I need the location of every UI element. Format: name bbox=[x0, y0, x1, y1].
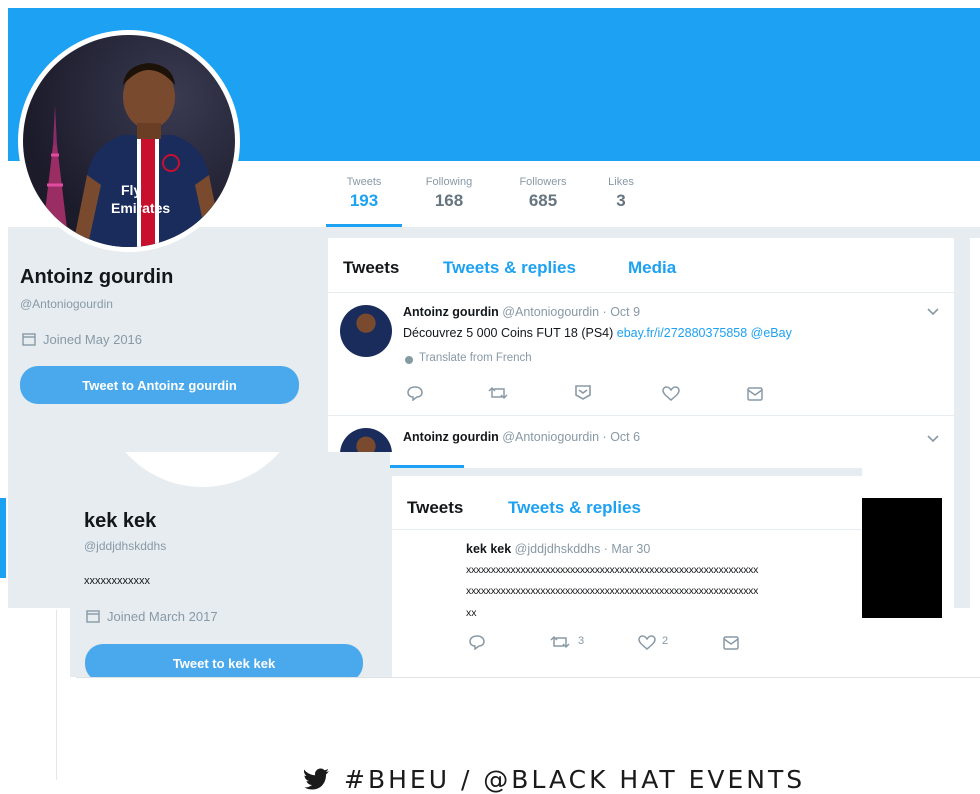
tweet-link[interactable]: ebay.fr/i/272880375858 @eBay bbox=[617, 326, 792, 340]
sidebar-card-edge bbox=[970, 238, 980, 618]
tweet-text: Découvrez 5 000 Coins FUT 18 (PS4) bbox=[403, 326, 614, 340]
tab-media[interactable]: Media bbox=[628, 258, 676, 278]
reply-icon[interactable] bbox=[406, 385, 424, 401]
calendar-icon bbox=[22, 332, 36, 346]
tweet-text-line: xxxxxxxxxxxxxxxxxxxxxxxxxxxxxxxxxxxxxxxx… bbox=[466, 585, 759, 597]
tweet-author[interactable]: Antoinz gourdin bbox=[403, 430, 499, 444]
profile-joined: Joined March 2017 bbox=[107, 609, 218, 624]
media-image[interactable] bbox=[858, 498, 942, 618]
tweet-meta: @jddjdhskddhs · Mar 30 bbox=[514, 542, 651, 556]
left-edge-panel bbox=[0, 610, 57, 780]
stat-following[interactable]: Following 168 bbox=[408, 176, 490, 226]
message-icon[interactable] bbox=[746, 386, 764, 402]
stat-label: Following bbox=[425, 176, 473, 188]
profile-avatar[interactable] bbox=[100, 452, 305, 487]
profile-handle[interactable]: @jddjdhskddhs bbox=[84, 539, 166, 553]
timeline-card: Tweets Tweets & replies kek kek @jddjdhs… bbox=[392, 476, 862, 677]
event-hashtag-banner: #BHEU / @BLACK HAT EVENTS bbox=[344, 765, 806, 794]
tweet-text-line: xxxxxxxxxxxxxxxxxxxxxxxxxxxxxxxxxxxxxxxx… bbox=[466, 564, 759, 576]
stat-label: Likes bbox=[608, 176, 634, 188]
stat-likes[interactable]: Likes 3 bbox=[596, 176, 646, 226]
avatar[interactable] bbox=[340, 305, 392, 357]
stat-value: 193 bbox=[349, 191, 379, 210]
chevron-down-icon[interactable] bbox=[926, 307, 940, 317]
activity-icon[interactable] bbox=[574, 384, 592, 400]
tweet-author[interactable]: Antoinz gourdin bbox=[403, 305, 499, 319]
tweet-meta: @Antoniogourdin · Oct 9 bbox=[502, 305, 641, 319]
tab-tweets[interactable]: Tweets bbox=[407, 498, 463, 518]
retweet-icon[interactable] bbox=[488, 386, 508, 400]
stat-value: 3 bbox=[616, 191, 626, 210]
profile-screenshot-2: kek kek @jddjdhskddhs xxxxxxxxxxxx Joine… bbox=[70, 452, 862, 677]
stat-active-underline bbox=[390, 465, 464, 468]
tab-tweets-replies[interactable]: Tweets & replies bbox=[443, 258, 576, 278]
tweet-author[interactable]: kek kek bbox=[466, 542, 511, 556]
tab-tweets[interactable]: Tweets bbox=[343, 258, 399, 278]
stat-label: Followers bbox=[519, 176, 567, 188]
like-count: 2 bbox=[662, 635, 669, 647]
translate-link[interactable]: Translate from French bbox=[419, 352, 532, 364]
twitter-bird-icon bbox=[304, 768, 330, 790]
chevron-down-icon[interactable] bbox=[926, 434, 940, 444]
tweet-meta: @Antoniogourdin · Oct 6 bbox=[502, 430, 641, 444]
stat-active-underline bbox=[326, 224, 402, 227]
tab-tweets-replies[interactable]: Tweets & replies bbox=[508, 498, 641, 518]
retweet-count: 3 bbox=[578, 635, 585, 647]
profile-joined: Joined May 2016 bbox=[43, 332, 143, 347]
calendar-icon bbox=[86, 609, 100, 623]
reply-icon[interactable] bbox=[468, 634, 486, 650]
retweet-icon[interactable] bbox=[550, 635, 570, 649]
stat-value: 168 bbox=[434, 191, 464, 210]
profile-handle[interactable]: @Antoniogourdin bbox=[20, 297, 113, 311]
tweet-item[interactable]: kek kek @jddjdhskddhs · Mar 30 xxxxxxxxx… bbox=[392, 530, 862, 670]
profile-bio: xxxxxxxxxxxx bbox=[84, 575, 150, 587]
profile-name: kek kek bbox=[84, 510, 157, 532]
like-icon[interactable] bbox=[662, 386, 680, 402]
tweet-to-button[interactable]: Tweet to kek kek bbox=[85, 644, 363, 677]
like-icon[interactable] bbox=[638, 635, 656, 651]
slide-footer: #BHEU / @BLACK HAT EVENTS bbox=[76, 677, 980, 794]
avatar-photo: Fly Emirates bbox=[41, 63, 221, 247]
profile-avatar[interactable]: Fly Emirates bbox=[18, 30, 240, 252]
stat-followers[interactable]: Followers 685 bbox=[498, 176, 588, 226]
stat-value: 685 bbox=[528, 191, 558, 210]
svg-text:Fly: Fly bbox=[121, 182, 141, 198]
profile-name: Antoinz gourdin bbox=[20, 266, 174, 288]
stat-label: Tweets bbox=[346, 176, 382, 188]
tweet-item[interactable]: Antoinz gourdin @Antoniogourdin · Oct 9 … bbox=[328, 293, 954, 415]
tweet-text-line: xx bbox=[466, 607, 477, 619]
stat-tweets[interactable]: Tweets 193 bbox=[326, 176, 402, 226]
svg-text:Emirates: Emirates bbox=[111, 200, 170, 216]
left-edge-accent bbox=[0, 498, 6, 578]
message-icon[interactable] bbox=[722, 635, 740, 651]
tweet-to-button[interactable]: Tweet to Antoinz gourdin bbox=[20, 366, 299, 404]
globe-icon bbox=[404, 355, 414, 365]
